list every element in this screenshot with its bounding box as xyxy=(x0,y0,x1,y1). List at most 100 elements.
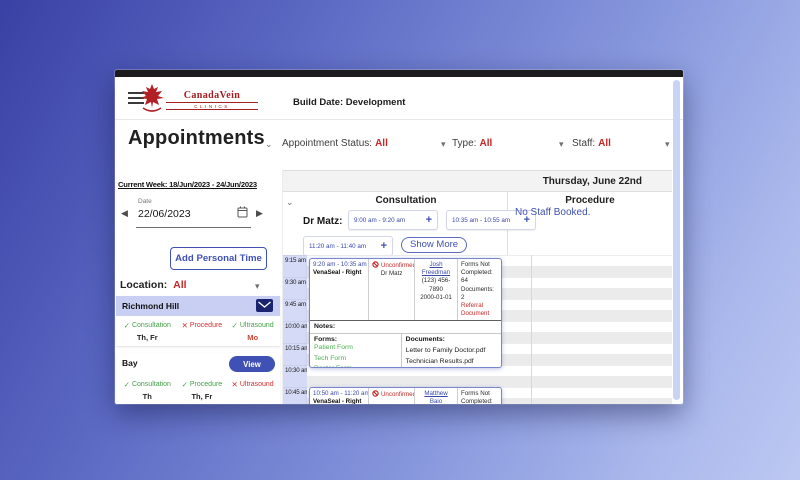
location-chevron-down-icon[interactable]: ▾ xyxy=(255,282,260,291)
patient-cell: Matthew Baio (987) 654-3210 xyxy=(415,388,458,404)
calendar-icon[interactable] xyxy=(237,206,248,218)
app-logo: CanadaVein CLINICS xyxy=(140,83,260,119)
service-ultrasound: ✓ Ultrasound xyxy=(231,321,274,330)
documents-count: Documents: 2 xyxy=(461,285,495,301)
location-card-bay: Bay View ✓ Consultation ✓ Procedure ✕ Ultra… xyxy=(116,353,280,404)
appointment-status-cell: Unconfirmed Dr Matz xyxy=(369,259,416,321)
check-icon: ✓ xyxy=(181,380,188,389)
referral-document-link[interactable]: Referral Document xyxy=(461,302,498,318)
filter-type-label: Type: xyxy=(452,138,477,149)
forms-column: Forms: Patient Form Tech Form Doctor For… xyxy=(310,334,402,367)
previous-day-button[interactable]: ◀ xyxy=(121,208,128,219)
services-row: ✓ Consultation ✕ Procedure ✓ Ultrasound xyxy=(116,316,280,332)
document-link[interactable]: Letter to Family Doctor.pdf xyxy=(406,347,497,354)
type-chevron-down-icon[interactable]: ▾ xyxy=(559,140,564,149)
app-bar: CanadaVein CLINICS Build Date: Developme… xyxy=(115,77,683,120)
availability-collapse-chevron-icon[interactable]: ⌄ xyxy=(286,198,294,207)
add-personal-time-button[interactable]: Add Personal Time xyxy=(170,247,267,270)
slot-time: 10:35 am - 10:55 am xyxy=(452,216,511,224)
availability-slot-chip[interactable]: 9:00 am - 9:20 am + xyxy=(348,210,438,230)
form-link[interactable]: Patient Form xyxy=(314,343,397,354)
date-field-label: Date xyxy=(138,198,152,205)
view-location-button[interactable]: View xyxy=(229,356,275,372)
location-card-richmond-hill: Richmond Hill ✓ Consultation ✕ Procedure ✓… xyxy=(116,296,280,346)
app-window: CanadaVein CLINICS Build Date: Developme… xyxy=(115,70,683,404)
forms-status: Forms Not Completed: 93 xyxy=(461,390,493,404)
appointment-header: 10:50 am - 11:20 am VenaSeal - Right Unc… xyxy=(310,388,501,404)
appointment-body: Forms: Patient Form Tech Form Doctor For… xyxy=(310,334,501,367)
status-chevron-down-icon[interactable]: ▾ xyxy=(441,140,446,149)
consultation-days: Th, Fr xyxy=(136,333,158,342)
service-days-row: Th, Fr Mo xyxy=(116,332,280,346)
appointment-card[interactable]: 9:20 am - 10:35 am VenaSeal - Right Unco… xyxy=(309,258,502,368)
date-field-value: 22/06/2023 xyxy=(138,208,191,220)
cross-icon: ✕ xyxy=(181,321,188,330)
appointment-staff: Dr Matz xyxy=(380,270,403,278)
slot-time: 9:00 am - 9:20 am xyxy=(354,216,406,224)
patient-link[interactable]: Matthew Baio xyxy=(418,390,454,404)
location-value: All xyxy=(173,279,187,291)
mail-icon[interactable] xyxy=(256,299,273,312)
service-days-row: Th Th, Fr xyxy=(116,391,280,404)
procedure-column-header: Procedure xyxy=(565,195,615,206)
form-link[interactable]: Doctor Form xyxy=(314,364,397,367)
logo-name: CanadaVein xyxy=(183,90,241,101)
location-card-header: Bay View xyxy=(116,353,280,375)
document-link[interactable]: Technician Results.pdf xyxy=(406,358,497,365)
current-week-label: Current Week: 18/Jun/2023 - 24/Jun/2023 xyxy=(118,180,257,189)
forms-label: Forms: xyxy=(314,336,338,344)
show-more-button[interactable]: Show More xyxy=(401,237,468,253)
plus-icon[interactable]: + xyxy=(426,214,432,226)
filter-appointment-status[interactable]: Appointment Status: All xyxy=(282,138,388,149)
forms-status-cell: Forms Not Completed: 93 Documents: 2 xyxy=(458,388,501,404)
build-label: Build Date: Development xyxy=(293,97,406,108)
location-card-header: Richmond Hill xyxy=(116,296,280,316)
date-picker-field[interactable]: Date 22/06/2023 xyxy=(136,197,251,228)
day-header: Thursday, June 22nd xyxy=(542,176,642,187)
plus-icon[interactable]: + xyxy=(381,240,387,252)
desktop-background: CanadaVein CLINICS Build Date: Developme… xyxy=(0,0,800,480)
time-label: 10:15 am xyxy=(285,345,310,352)
forms-status: Forms Not Completed: 64 xyxy=(461,261,493,285)
unconfirmed-icon xyxy=(372,390,379,397)
grid-column-divider xyxy=(531,255,532,404)
time-label: 9:15 am xyxy=(285,257,306,264)
window-top-bar xyxy=(115,70,683,77)
procedure-days xyxy=(177,333,228,342)
patient-cell: Josh Freedman (123) 456-7890 2000-01-01 xyxy=(415,259,458,321)
check-icon: ✓ xyxy=(231,321,238,330)
availability-slot-chip[interactable]: 11:20 am - 11:40 am + xyxy=(303,236,393,256)
filter-staff-value: All xyxy=(598,138,611,149)
location-filter[interactable]: Location: All xyxy=(120,279,187,291)
maple-leaf-icon xyxy=(140,84,164,112)
notes-label: Notes: xyxy=(310,321,501,335)
form-link[interactable]: Tech Form xyxy=(314,354,397,365)
check-icon: ✓ xyxy=(123,380,130,389)
filter-type[interactable]: Type: All xyxy=(452,138,492,149)
procedure-days: Th, Fr xyxy=(191,392,213,401)
vertical-scrollbar[interactable] xyxy=(673,80,680,400)
filter-staff[interactable]: Staff: All xyxy=(572,138,611,149)
staff-chevron-down-icon[interactable]: ▾ xyxy=(665,140,670,149)
appointment-status-cell: Unconfirmed xyxy=(369,388,416,404)
staff-availability-name: Dr Matz: xyxy=(303,216,343,227)
consultation-column-header: Consultation xyxy=(375,195,437,206)
logo-subtitle: CLINICS xyxy=(166,102,258,110)
slot-time: 11:20 am - 11:40 am xyxy=(309,242,367,250)
day-header-band: Thursday, June 22nd xyxy=(283,170,672,192)
documents-column: Documents: Letter to Family Doctor.pdf T… xyxy=(402,334,501,367)
appointment-treatment: VenaSeal - Right xyxy=(313,398,362,404)
consultation-days: Th xyxy=(142,392,152,401)
patient-link[interactable]: Josh Freedman xyxy=(418,261,454,277)
next-day-button[interactable]: ▶ xyxy=(256,208,263,219)
filter-status-value: All xyxy=(375,138,388,149)
appointment-card[interactable]: 10:50 am - 11:20 am VenaSeal - Right Unc… xyxy=(309,387,502,404)
page-title: Appointments xyxy=(128,127,265,149)
appointment-time: 10:50 am - 11:20 am xyxy=(313,390,370,397)
time-label: 10:30 am xyxy=(285,367,310,374)
time-label: 9:30 am xyxy=(285,279,306,286)
time-rail: 9:15 am 9:30 am 9:45 am 10:00 am 10:15 a… xyxy=(283,255,310,404)
title-collapse-chevron-icon[interactable]: ⌄ xyxy=(265,140,273,149)
ultrasound-days: Mo xyxy=(247,333,259,342)
location-name: Richmond Hill xyxy=(122,301,180,311)
